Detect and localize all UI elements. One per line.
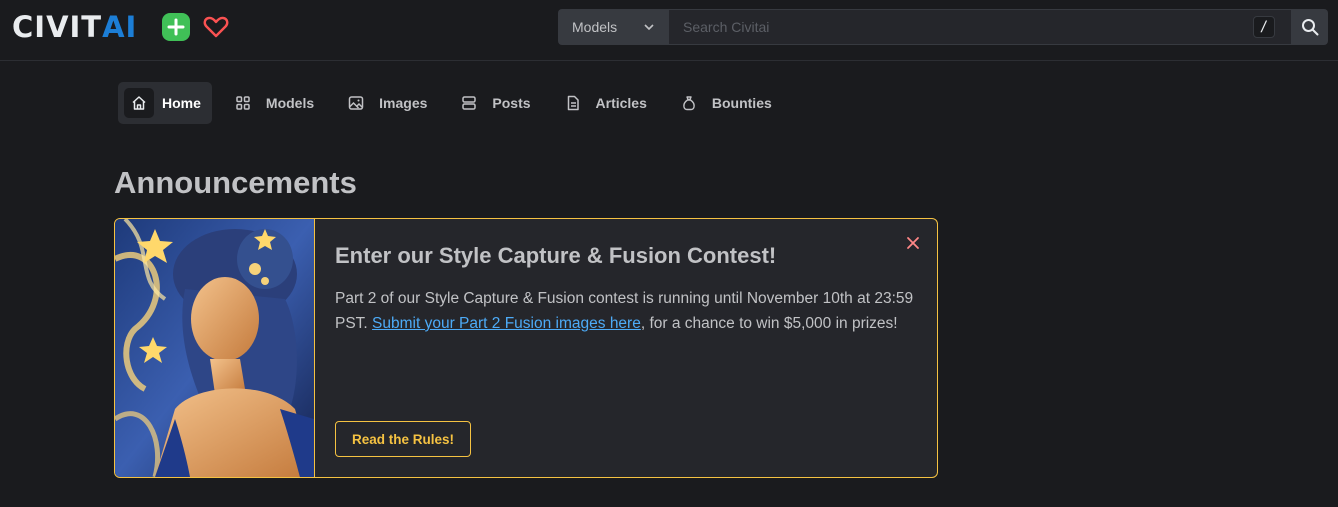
civitai-logo[interactable]: CIVIT AI bbox=[12, 12, 137, 42]
posts-icon bbox=[454, 88, 484, 118]
read-rules-button[interactable]: Read the Rules! bbox=[335, 421, 471, 457]
nav-label-posts: Posts bbox=[492, 95, 531, 111]
logo-text-ai: AI bbox=[102, 10, 138, 44]
search-shortcut-key: / bbox=[1253, 16, 1275, 38]
search-category-label: Models bbox=[572, 19, 618, 35]
chevron-down-icon bbox=[644, 24, 654, 31]
announcement-card: Enter our Style Capture & Fusion Contest… bbox=[114, 218, 938, 478]
heart-icon bbox=[203, 16, 229, 38]
nav-item-home[interactable]: Home bbox=[118, 82, 212, 124]
nav-label-home: Home bbox=[162, 95, 201, 111]
nav-label-bounties: Bounties bbox=[711, 95, 772, 111]
search-bar: Models / bbox=[558, 9, 1328, 45]
grid-icon bbox=[228, 88, 258, 118]
nav-item-bounties[interactable]: Bounties bbox=[668, 82, 783, 124]
announcement-body: Part 2 of our Style Capture & Fusion con… bbox=[335, 286, 915, 336]
support-button[interactable] bbox=[202, 13, 230, 41]
nav-item-posts[interactable]: Posts bbox=[448, 82, 541, 124]
nav-label-models: Models bbox=[265, 95, 315, 111]
home-icon bbox=[124, 88, 154, 118]
search-icon bbox=[1302, 19, 1319, 36]
top-bar: CIVITAI Models / bbox=[0, 0, 1338, 61]
nav-item-articles[interactable]: Articles bbox=[552, 82, 658, 124]
search-category-select[interactable]: Models bbox=[558, 9, 669, 45]
nav-item-models[interactable]: Models bbox=[222, 82, 325, 124]
main-nav: Home Models Images Posts Articles Bounti… bbox=[118, 82, 793, 124]
moneybag-icon bbox=[674, 88, 704, 118]
search-button[interactable] bbox=[1292, 9, 1328, 45]
photo-icon bbox=[341, 88, 371, 118]
announcement-image bbox=[115, 219, 315, 477]
nav-label-articles: Articles bbox=[595, 95, 647, 111]
announcement-body-text-2: , for a chance to win $5,000 in prizes! bbox=[640, 315, 898, 332]
logo-text-civit: CIVIT bbox=[12, 10, 103, 44]
search-input[interactable] bbox=[681, 18, 1245, 36]
nav-label-images: Images bbox=[379, 95, 428, 111]
create-button[interactable] bbox=[162, 13, 190, 41]
announcement-title: Enter our Style Capture & Fusion Contest… bbox=[335, 243, 777, 268]
nav-item-images[interactable]: Images bbox=[335, 82, 438, 124]
close-icon bbox=[907, 237, 919, 249]
article-icon bbox=[558, 88, 588, 118]
plus-icon bbox=[167, 18, 185, 36]
submit-fusion-link[interactable]: Submit your Part 2 Fusion images here bbox=[372, 315, 641, 332]
search-input-wrapper: / bbox=[669, 9, 1292, 45]
close-announcement-button[interactable] bbox=[903, 233, 923, 253]
announcements-heading: Announcements bbox=[114, 165, 357, 200]
